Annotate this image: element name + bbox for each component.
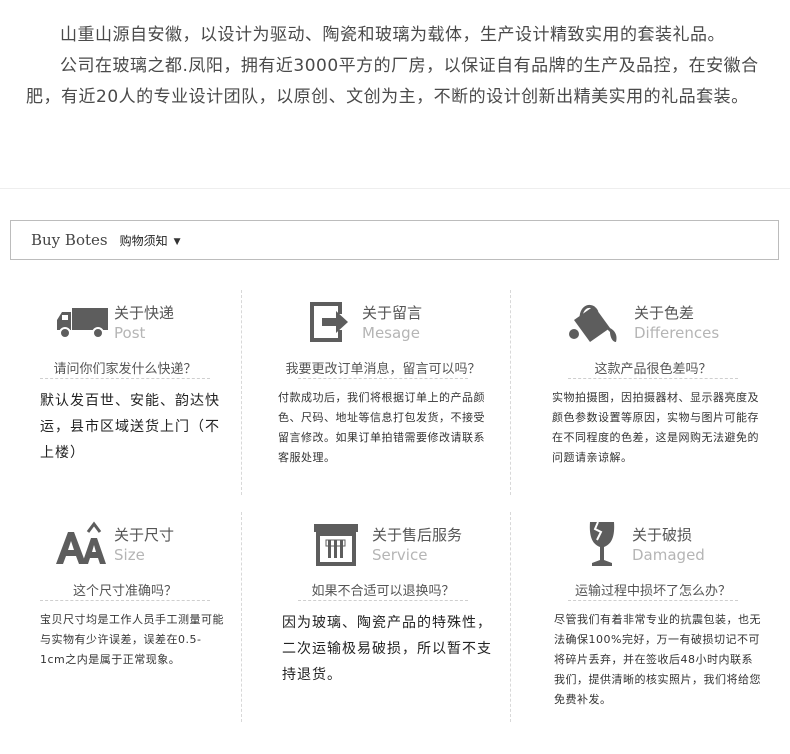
card-answer: 宝贝尺寸均是工作人员手工测量可能与实物有少许误差，误差在0.5-1cm之内是属于… [40,613,224,666]
question-divider [298,600,468,601]
card-answer: 尽管我们有着非常专业的抗震包装，也无法确保100%完好，万一有破损切记不可将碎片… [554,613,761,706]
broken-glass-icon [589,521,615,566]
question-divider [298,378,468,379]
question-divider [568,600,738,601]
card-subtitle: Differences [634,324,720,342]
card-subtitle: Size [114,546,145,564]
card-title: 关于色差 [634,304,695,322]
column-divider [510,290,511,495]
column-divider [241,290,242,495]
notice-bar[interactable]: Buy Botes 购物须知 ▼ [10,220,779,260]
card-question: 这个尺寸准确吗？ [72,584,177,599]
intro-paragraph-1: 山重山源自安徽，以设计为驱动、陶瓷和玻璃为载体，生产设计精致实用的套装礼品。 [60,25,725,45]
question-divider [40,600,210,601]
card-subtitle: Damaged [632,546,705,564]
card-answer: 付款成功后，我们将根据订单上的产品颜色、尺码、地址等信息打包发货，不接受留言修改… [278,391,485,464]
message-arrow-icon [310,302,348,342]
card-question: 如果不合适可以退换吗？ [311,584,455,599]
card-title: 关于尺寸 [114,526,175,544]
card-title: 关于快递 [114,304,175,322]
card-answer: 因为玻璃、陶瓷产品的特殊性，二次运输极易破损，所以暂不支持退货。 [282,615,492,683]
notice-title-en: Buy Botes [31,231,108,249]
question-divider [40,378,210,379]
column-divider [241,512,242,722]
card-title: 关于留言 [362,304,423,322]
font-size-icon [56,521,106,564]
card-subtitle: Post [114,324,146,342]
card-title: 关于破损 [632,526,693,544]
caret-down-icon: ▼ [173,236,181,247]
notice-title-zh: 购物须知 [119,233,168,248]
card-subtitle: Service [372,546,428,564]
card-title: 关于售后服务 [372,526,463,544]
question-divider [568,378,738,379]
card-question: 我要更改订单消息，留言可以吗？ [285,362,481,377]
card-answer: 实物拍摄图，因拍摄器材、显示器亮度及颜色参数设置等原因，实物与图片可能存在不同程… [552,391,759,464]
service-box-icon [314,524,358,566]
card-answer: 默认发百世、安能、韵达快运，县市区域送货上门（不上楼） [40,393,220,461]
card-question: 运输过程中损坏了怎么办？ [574,584,731,599]
intro-text: 山重山源自安徽，以设计为驱动、陶瓷和玻璃为载体，生产设计精致实用的套装礼品。 公… [26,20,774,113]
card-subtitle: Mesage [362,324,420,342]
intro-paragraph-2: 公司在玻璃之都.凤阳，拥有近3000平方的厂房，以保证自有品牌的生产及品控，在安… [26,56,759,107]
paint-bucket-icon [569,304,617,342]
truck-icon [57,308,108,339]
column-divider [510,512,511,722]
card-question: 请问你们家发什么快递？ [53,362,197,377]
intro-divider [0,188,790,189]
card-question: 这款产品很色差吗？ [594,362,712,377]
